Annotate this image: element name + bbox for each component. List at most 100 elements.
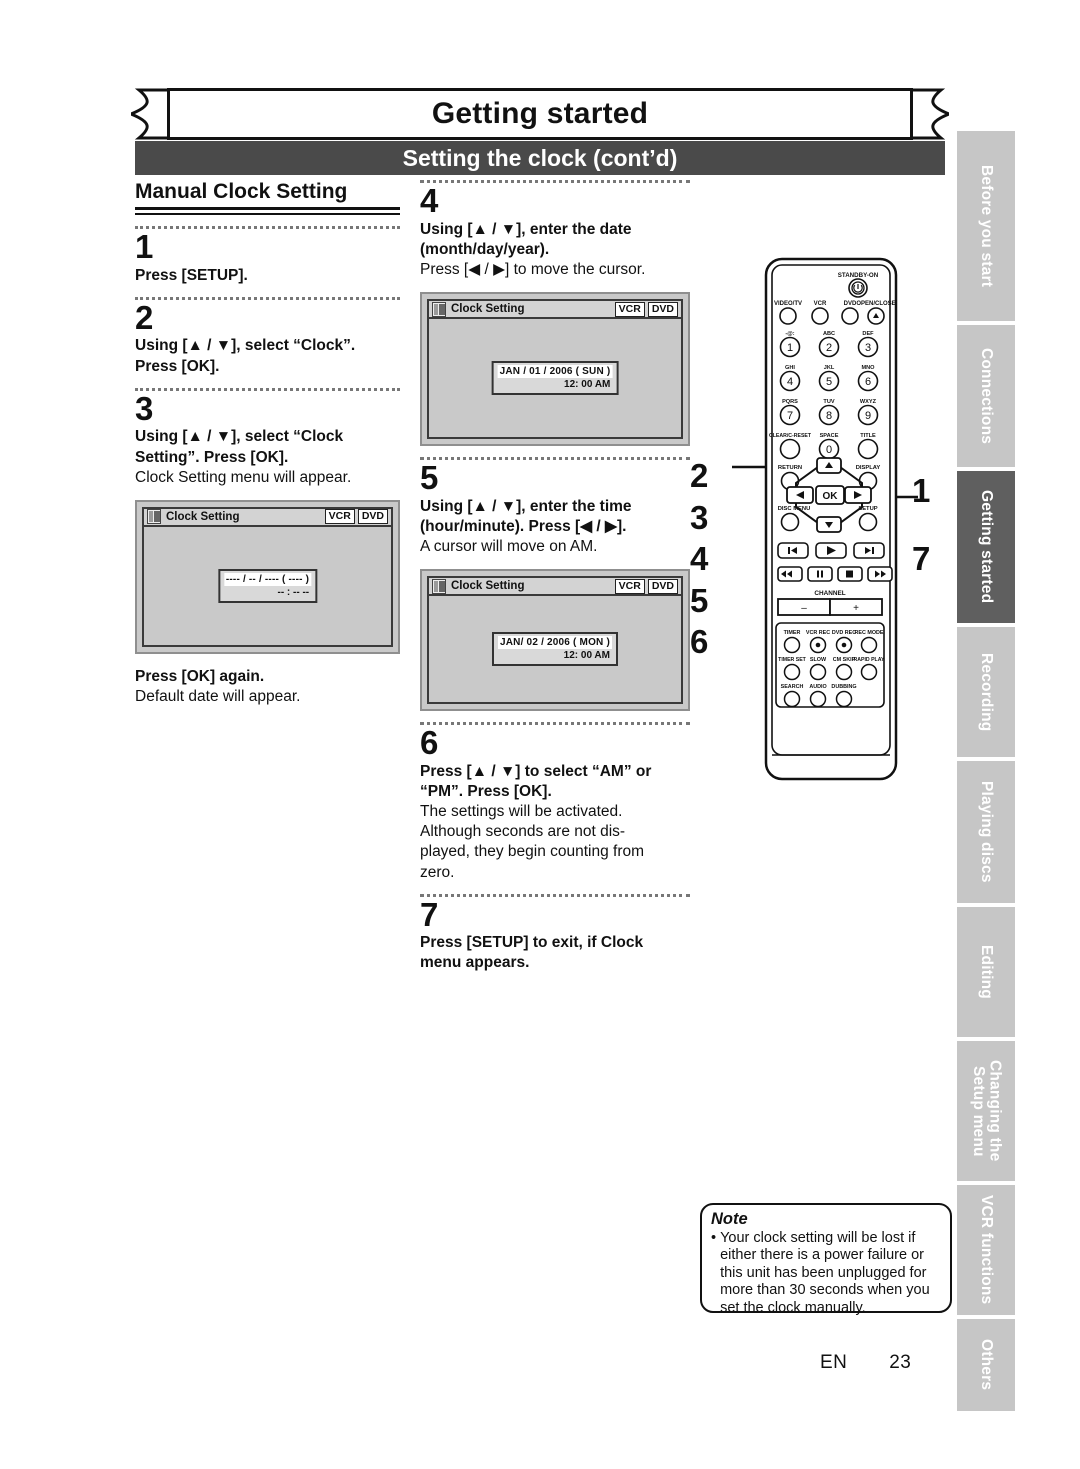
note-text: Your clock setting will be lost if eithe…	[720, 1230, 942, 1317]
step-instruction-line: menu appears.	[420, 954, 530, 972]
sidebar-item-label: Others	[978, 1339, 996, 1391]
svg-text:CLEAR/C-RESET: CLEAR/C-RESET	[769, 433, 812, 439]
section-title-text: Manual Clock Setting	[135, 180, 400, 210]
svg-text:1: 1	[787, 342, 793, 354]
step-number: 7	[420, 895, 439, 933]
video-tv-label: VIDEO/TV	[774, 301, 802, 307]
step-3: 3 Using [▲ / ▼], select “Clock Setting”.…	[135, 387, 400, 488]
sidebar-item-label: VCR functions	[978, 1195, 996, 1305]
svg-text:MNO: MNO	[861, 365, 875, 371]
screen-body: ---- / -- / ---- ( ---- ) -- : -- --	[142, 526, 393, 647]
time-value: -- : -- --	[277, 586, 310, 598]
remote-control-figure: 2 3 4 5 6 1 7 STANDBY-ON VIDEO/TV VCR DV…	[690, 255, 955, 795]
svg-text:SEARCH: SEARCH	[781, 684, 804, 690]
step-7: 7 Press [SETUP] to exit, if Clock menu a…	[420, 893, 690, 974]
screen-title: Clock Setting	[451, 580, 525, 593]
note-title: Note	[711, 1210, 748, 1228]
clock-setting-screen-date: Clock Setting VCR DVD JAN / 01 / 2006 ( …	[420, 292, 690, 447]
date-time-field: ---- / -- / ---- ( ---- ) -- : -- --	[217, 568, 318, 603]
sidebar-item-label: Changing the Setup menu	[970, 1060, 1004, 1162]
chapter-banner: Getting started	[131, 88, 949, 140]
step-instruction: Press [SETUP].	[135, 266, 248, 284]
callout-step-6: 6	[690, 623, 709, 661]
step-4: 4 Using [▲ / ▼], enter the date (month/d…	[420, 180, 690, 447]
callout-step-2: 2	[690, 457, 709, 494]
step-number: 5	[420, 459, 439, 497]
step-divider	[420, 180, 690, 183]
stop-icon	[846, 570, 853, 578]
step-divider	[420, 457, 690, 461]
followup-normal: Default date will appear.	[135, 687, 301, 705]
step-instruction-line: Using [▲ / ▼], enter the time	[420, 497, 632, 515]
step-instruction-line: (month/day/year).	[420, 240, 550, 258]
svg-text:DEF: DEF	[862, 331, 874, 337]
callout-numbers-left: 2 3 4 5 6	[690, 455, 732, 663]
svg-text:-@:: -@:	[785, 331, 794, 337]
svg-text:6: 6	[865, 376, 871, 388]
time-value: 12: 00 AM	[563, 650, 610, 662]
step-2: 2 Using [▲ / ▼], select “Clock”. Press […	[135, 296, 400, 377]
screen-title: Clock Setting	[166, 510, 240, 523]
sidebar-item-editing[interactable]: Editing	[957, 907, 1015, 1037]
callout-step-4: 4	[690, 540, 709, 578]
svg-text:WXYZ: WXYZ	[860, 399, 877, 405]
step-detail-line: The settings will be activated.	[420, 803, 623, 821]
step-instruction-line: Using [▲ / ▼], select “Clock”.	[135, 337, 356, 355]
svg-text:TIMER: TIMER	[784, 630, 801, 636]
step-instruction-line: “PM”. Press [OK].	[420, 782, 552, 800]
sidebar-item-label: Before you start	[978, 164, 996, 288]
sidebar-item-vcr-functions[interactable]: VCR functions	[957, 1185, 1015, 1315]
sidebar-item-before-you-start[interactable]: Before you start	[957, 131, 1015, 321]
svg-text:ABC: ABC	[823, 331, 835, 337]
date-time-field: JAN/ 02 / 2006 ( MON ) 12: 00 AM	[492, 632, 618, 667]
screen-body: JAN / 01 / 2006 ( SUN ) 12: 00 AM	[427, 319, 683, 440]
note-line: Your clock setting will be lost if	[720, 1230, 916, 1246]
page-number: 23	[889, 1352, 912, 1373]
sidebar-item-changing-setup-menu[interactable]: Changing the Setup menu	[957, 1041, 1015, 1181]
step-instruction-line: (hour/minute). Press [◀ / ▶].	[420, 517, 627, 535]
display-label: DISPLAY	[856, 465, 881, 471]
sidebar-item-recording[interactable]: Recording	[957, 627, 1015, 757]
sidebar-item-others[interactable]: Others	[957, 1319, 1015, 1411]
step-instruction-line: Press [SETUP] to exit, if Clock	[420, 934, 644, 952]
screen-header: Clock Setting VCR DVD	[427, 299, 683, 320]
step-instruction-line: Press [▲ / ▼] to select “AM” or	[420, 762, 652, 780]
svg-text:4: 4	[787, 376, 793, 388]
channel-label: CHANNEL	[814, 590, 845, 597]
step-detail-line: zero.	[420, 863, 455, 881]
page-footer: EN 23	[820, 1352, 980, 1374]
chapter-side-tabs: Before you start Connections Getting sta…	[957, 131, 1015, 1415]
sidebar-item-label: Editing	[978, 945, 996, 999]
callout-step-7: 7	[912, 539, 931, 577]
sidebar-item-getting-started[interactable]: Getting started	[957, 471, 1015, 623]
svg-text:DUBBING: DUBBING	[831, 684, 856, 690]
svg-text:PQRS: PQRS	[782, 399, 798, 405]
banner-box: Getting started	[167, 88, 913, 140]
sidebar-item-playing-discs[interactable]: Playing discs	[957, 761, 1015, 903]
sidebar-item-connections[interactable]: Connections	[957, 325, 1015, 467]
step-divider	[135, 387, 400, 391]
clock-setting-icon	[432, 301, 446, 317]
callout-step-3: 3	[690, 498, 709, 536]
section-bar: Setting the clock (cont’d)	[135, 141, 945, 175]
callout-step-1: 1	[912, 472, 931, 509]
left-column: Manual Clock Setting 1 Press [SETUP]. 2 …	[135, 180, 400, 707]
vcr-badge: VCR	[614, 578, 645, 594]
bullet-icon: •	[711, 1230, 717, 1246]
clock-setting-screen-blank: Clock Setting VCR DVD ---- / -- / ---- (…	[135, 499, 400, 654]
step-detail: Press [◀ / ▶] to move the cursor.	[420, 260, 646, 278]
ok-label: OK	[823, 491, 839, 502]
svg-text:0: 0	[826, 444, 832, 456]
pause-button	[807, 566, 833, 582]
step-1: 1 Press [SETUP].	[135, 226, 400, 286]
clock-setting-icon	[432, 578, 446, 594]
section-bar-title: Setting the clock (cont’d)	[402, 144, 678, 171]
step-number: 3	[135, 389, 154, 427]
svg-text:VCR REC: VCR REC	[806, 630, 830, 636]
svg-text:3: 3	[865, 342, 871, 354]
step-instruction-line: Press [OK].	[135, 357, 220, 375]
middle-column: 4 Using [▲ / ▼], enter the date (month/d…	[420, 180, 690, 974]
svg-text:7: 7	[787, 410, 793, 422]
standby-label: STANDBY-ON	[838, 272, 879, 279]
section-title-underline	[135, 213, 400, 215]
